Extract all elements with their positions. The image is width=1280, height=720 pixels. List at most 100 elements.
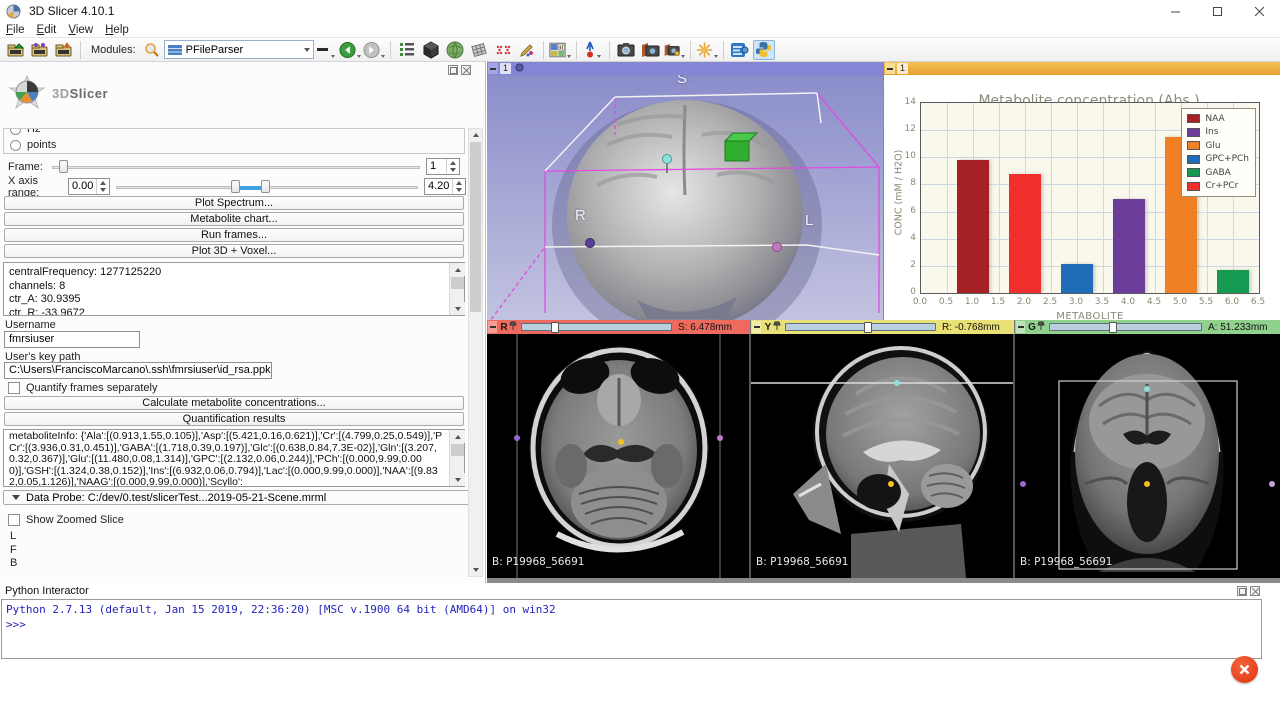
screenshot-icon[interactable] bbox=[615, 40, 637, 60]
spin-up-icon[interactable] bbox=[97, 179, 109, 187]
threed-canvas[interactable] bbox=[487, 75, 883, 320]
view-collapse-icon[interactable] bbox=[488, 63, 498, 74]
chart-bar-GPC+PCh[interactable] bbox=[1061, 264, 1092, 293]
dicom-icon[interactable] bbox=[29, 40, 51, 60]
radio-hz[interactable]: Hz bbox=[10, 128, 464, 136]
spin-down-icon[interactable] bbox=[97, 187, 109, 195]
slice-pin-icon[interactable] bbox=[773, 321, 781, 334]
crosshair-icon[interactable] bbox=[696, 40, 718, 60]
metabolite-info-textarea[interactable]: metaboliteInfo: {'Ala':[(0.913,1.55,0.10… bbox=[3, 429, 465, 487]
minimize-button[interactable] bbox=[1154, 0, 1196, 22]
chart-view[interactable]: 1 Metabolite concentration (Abs.) NAAIns… bbox=[884, 62, 1280, 320]
module-history-icon[interactable] bbox=[396, 40, 418, 60]
module-selector[interactable]: PFileParser bbox=[164, 40, 314, 59]
menu-help[interactable]: Help bbox=[99, 24, 135, 36]
slice-collapse-icon[interactable] bbox=[488, 321, 497, 333]
back-icon[interactable] bbox=[339, 40, 361, 60]
data-probe-header[interactable]: Data Probe: C:/dev/0.test/slicerTest...2… bbox=[3, 490, 481, 505]
menu-file[interactable]: File bbox=[0, 24, 31, 36]
slice-pin-icon[interactable] bbox=[1037, 321, 1045, 334]
xrange-slider-handle-high[interactable] bbox=[261, 180, 270, 193]
maximize-button[interactable] bbox=[1196, 0, 1238, 22]
threed-view-header[interactable]: 1 bbox=[487, 62, 883, 75]
slice-pin-icon[interactable] bbox=[509, 321, 517, 334]
plot-spectrum-button[interactable]: Plot Spectrum... bbox=[4, 196, 464, 210]
frame-slider-handle[interactable] bbox=[59, 160, 68, 173]
plot-3d-voxel-button[interactable]: Plot 3D + Voxel... bbox=[4, 244, 464, 258]
menu-view[interactable]: View bbox=[62, 24, 99, 36]
slice-slider-handle[interactable] bbox=[1109, 322, 1117, 333]
chart-plot-area[interactable]: NAAInsGluGPC+PChGABACr+PCr bbox=[920, 102, 1260, 294]
threed-view[interactable]: 1 bbox=[487, 62, 883, 320]
chart-bar-Cr+PCr[interactable] bbox=[1009, 174, 1040, 293]
spin-down-icon[interactable] bbox=[447, 167, 459, 175]
xrange-min-spinbox[interactable]: 0.00 bbox=[68, 178, 110, 195]
xrange-max-spinbox[interactable]: 4.20 bbox=[424, 178, 466, 195]
annotate-icon[interactable] bbox=[516, 40, 538, 60]
spin-up-icon[interactable] bbox=[447, 159, 459, 167]
slice-controller-yellow[interactable]: Y R: -0.768mm bbox=[751, 320, 1015, 334]
scrollbar[interactable] bbox=[449, 430, 464, 486]
mouse-interaction-icon[interactable] bbox=[582, 40, 604, 60]
panel-close-icon[interactable] bbox=[461, 65, 471, 75]
chart-view-header[interactable]: 1 bbox=[884, 62, 1280, 75]
show-zoomed-slice-checkbox[interactable]: Show Zoomed Slice bbox=[8, 514, 124, 526]
xrange-slider[interactable] bbox=[116, 180, 418, 194]
chart-bar-NAA[interactable] bbox=[957, 160, 988, 293]
slice-offset-slider[interactable] bbox=[521, 323, 672, 331]
models-module-icon[interactable] bbox=[444, 40, 466, 60]
python-close-icon[interactable] bbox=[1250, 586, 1260, 596]
python-close-button[interactable] bbox=[1231, 656, 1258, 683]
chart-bar-GABA[interactable] bbox=[1217, 270, 1248, 293]
panel-scrollbar[interactable] bbox=[468, 128, 483, 577]
slice-collapse-icon[interactable] bbox=[1016, 321, 1025, 333]
radio-points[interactable]: points bbox=[10, 138, 464, 152]
python-console[interactable]: Python 2.7.13 (default, Jan 15 2019, 22:… bbox=[1, 599, 1262, 659]
extensions-manager-icon[interactable] bbox=[729, 40, 751, 60]
markers-icon[interactable] bbox=[492, 40, 514, 60]
x-tick-label: 3.5 bbox=[1095, 297, 1109, 307]
view-collapse-icon[interactable] bbox=[885, 63, 895, 74]
quantification-results-button[interactable]: Quantification results bbox=[4, 412, 464, 426]
scene-view-add-icon[interactable] bbox=[639, 40, 661, 60]
menu-edit[interactable]: Edit bbox=[31, 24, 63, 36]
calculate-concentrations-button[interactable]: Calculate metabolite concentrations... bbox=[4, 396, 464, 410]
run-frames-button[interactable]: Run frames... bbox=[4, 228, 464, 242]
save-icon[interactable] bbox=[53, 40, 75, 60]
frame-slider[interactable] bbox=[52, 160, 420, 174]
slice-slider-handle[interactable] bbox=[864, 322, 872, 333]
spin-down-icon[interactable] bbox=[453, 187, 465, 195]
view-pin-icon[interactable] bbox=[515, 63, 524, 75]
slice-view-coronal[interactable]: B: P19968_56691 bbox=[1015, 334, 1280, 578]
slice-offset-slider[interactable] bbox=[1049, 323, 1202, 331]
close-button[interactable] bbox=[1238, 0, 1280, 22]
python-float-icon[interactable] bbox=[1237, 586, 1247, 596]
slice-view-axial[interactable]: B: P19968_56691 bbox=[487, 334, 751, 578]
slice-slider-handle[interactable] bbox=[551, 322, 559, 333]
spin-up-icon[interactable] bbox=[453, 179, 465, 187]
slice-offset-slider[interactable] bbox=[785, 323, 936, 331]
username-input[interactable]: fmrsiuser bbox=[4, 331, 140, 348]
load-data-icon[interactable] bbox=[5, 40, 27, 60]
header-info-textarea[interactable]: centralFrequency: 1277125220 channels: 8… bbox=[3, 262, 465, 316]
frame-spinbox[interactable]: 1 bbox=[426, 158, 460, 175]
python-console-icon[interactable] bbox=[753, 40, 775, 60]
quantify-checkbox[interactable]: Quantify frames separately bbox=[8, 382, 157, 394]
slice-collapse-icon[interactable] bbox=[752, 321, 761, 333]
metabolite-chart-button[interactable]: Metabolite chart... bbox=[4, 212, 464, 226]
xrange-slider-handle-low[interactable] bbox=[231, 180, 240, 193]
slice-view-sagittal[interactable]: B: P19968_56691 bbox=[751, 334, 1015, 578]
scrollbar[interactable] bbox=[449, 263, 464, 315]
module-list-icon[interactable] bbox=[315, 40, 337, 60]
slice-stack-icon[interactable] bbox=[468, 40, 490, 60]
slice-controller-green[interactable]: G A: 51.233mm bbox=[1015, 320, 1280, 334]
search-icon[interactable] bbox=[141, 40, 163, 60]
cube-module-icon[interactable] bbox=[420, 40, 442, 60]
forward-icon[interactable] bbox=[363, 40, 385, 60]
slice-controller-red[interactable]: R S: 6.478mm bbox=[487, 320, 751, 334]
chart-bar-Ins[interactable] bbox=[1113, 199, 1144, 293]
keypath-input[interactable]: C:\Users\FranciscoMarcano\.ssh\fmrsiuser… bbox=[4, 362, 272, 379]
panel-float-icon[interactable] bbox=[448, 65, 458, 75]
scene-view-restore-icon[interactable] bbox=[663, 40, 685, 60]
layout-selector-icon[interactable] bbox=[549, 40, 571, 60]
